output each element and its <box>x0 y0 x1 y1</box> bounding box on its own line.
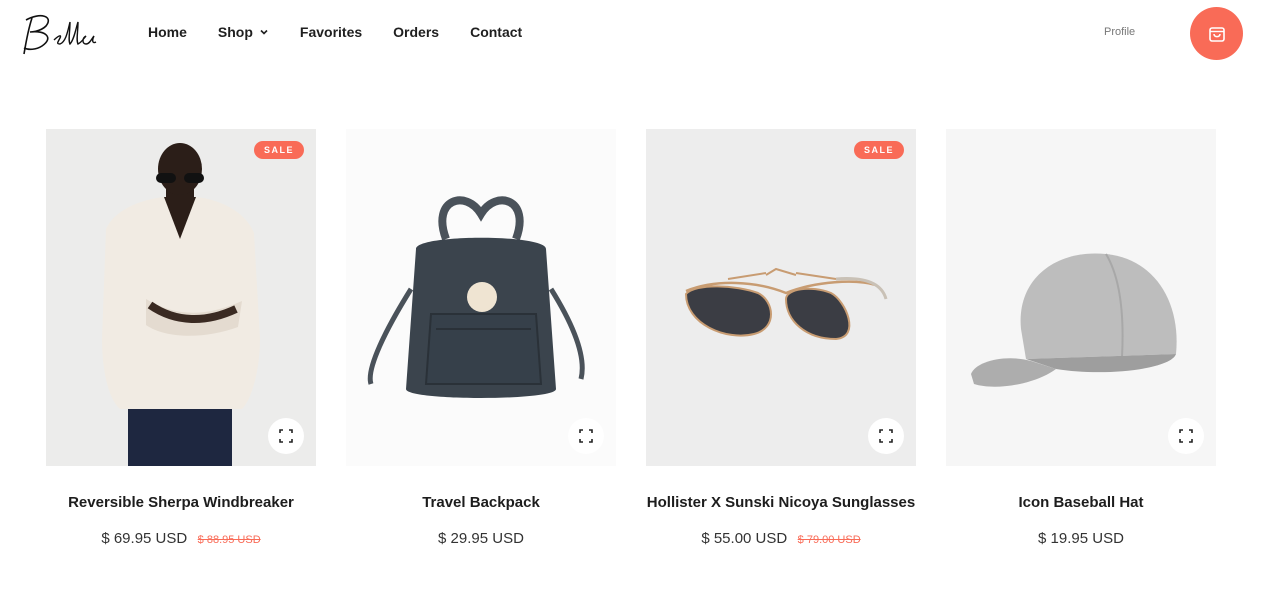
price-row: $ 29.95 USD <box>346 530 616 548</box>
price-row: $ 69.95 USD $ 88.95 USD <box>46 530 316 548</box>
profile-link[interactable]: Profile <box>1104 26 1135 38</box>
nav-shop-label: Shop <box>217 24 253 40</box>
product-old-price: $ 88.95 USD <box>197 534 261 546</box>
cart-button[interactable] <box>1190 7 1243 60</box>
product-price: $ 29.95 USD <box>438 530 524 547</box>
product-image[interactable] <box>346 129 616 466</box>
product-image[interactable]: SALE <box>46 129 316 466</box>
expand-icon <box>579 429 593 443</box>
zoom-button[interactable] <box>268 418 304 454</box>
bella-logo[interactable] <box>20 8 100 58</box>
price-row: $ 19.95 USD <box>946 530 1216 548</box>
product-title[interactable]: Reversible Sherpa Windbreaker <box>46 494 316 511</box>
sale-badge: SALE <box>253 141 304 159</box>
shopping-bag-icon <box>1208 26 1225 42</box>
product-card[interactable]: Icon Baseball Hat $ 19.95 USD <box>946 129 1216 548</box>
product-title[interactable]: Travel Backpack <box>346 494 616 511</box>
nav-contact[interactable]: Contact <box>470 24 522 40</box>
product-title[interactable]: Hollister X Sunski Nicoya Sunglasses <box>646 494 916 511</box>
windbreaker-model-image <box>46 129 316 466</box>
expand-icon <box>879 429 893 443</box>
site-header: Home Shop Favorites Orders Contact Profi… <box>0 0 1264 66</box>
price-row: $ 55.00 USD $ 79.00 USD <box>646 530 916 548</box>
product-title[interactable]: Icon Baseball Hat <box>946 494 1216 511</box>
nav-orders[interactable]: Orders <box>393 24 439 40</box>
product-price: $ 19.95 USD <box>1038 530 1124 547</box>
expand-icon <box>279 429 293 443</box>
nav-home-label: Home <box>148 24 187 40</box>
nav-shop[interactable]: Shop <box>218 24 269 40</box>
product-price: $ 55.00 USD <box>701 530 788 547</box>
sale-badge: SALE <box>853 141 904 159</box>
zoom-button[interactable] <box>1168 418 1204 454</box>
product-image[interactable] <box>946 129 1216 466</box>
zoom-button[interactable] <box>868 418 904 454</box>
product-card[interactable]: SALE Reversible Sherpa Windbreaker $ 69.… <box>46 129 316 548</box>
baseball-hat-image <box>971 253 1177 387</box>
product-card[interactable]: Travel Backpack $ 29.95 USD <box>346 129 616 548</box>
product-card[interactable]: SALE Hollister X Sunski Nicoya Sunglasse… <box>646 129 916 548</box>
product-price: $ 69.95 USD <box>101 530 188 547</box>
expand-icon <box>1179 429 1193 443</box>
nav-favorites[interactable]: Favorites <box>300 24 362 40</box>
chevron-down-icon <box>260 29 268 35</box>
nav-orders-label: Orders <box>393 24 440 40</box>
zoom-button[interactable] <box>568 418 604 454</box>
main-nav: Home Shop Favorites Orders Contact <box>148 24 553 40</box>
product-old-price: $ 79.00 USD <box>797 534 861 546</box>
nav-favorites-label: Favorites <box>299 24 363 40</box>
product-image[interactable]: SALE <box>646 129 916 466</box>
nav-contact-label: Contact <box>470 24 523 40</box>
nav-home[interactable]: Home <box>148 24 187 40</box>
backpack-image <box>367 196 585 398</box>
sunglasses-image <box>684 267 888 341</box>
